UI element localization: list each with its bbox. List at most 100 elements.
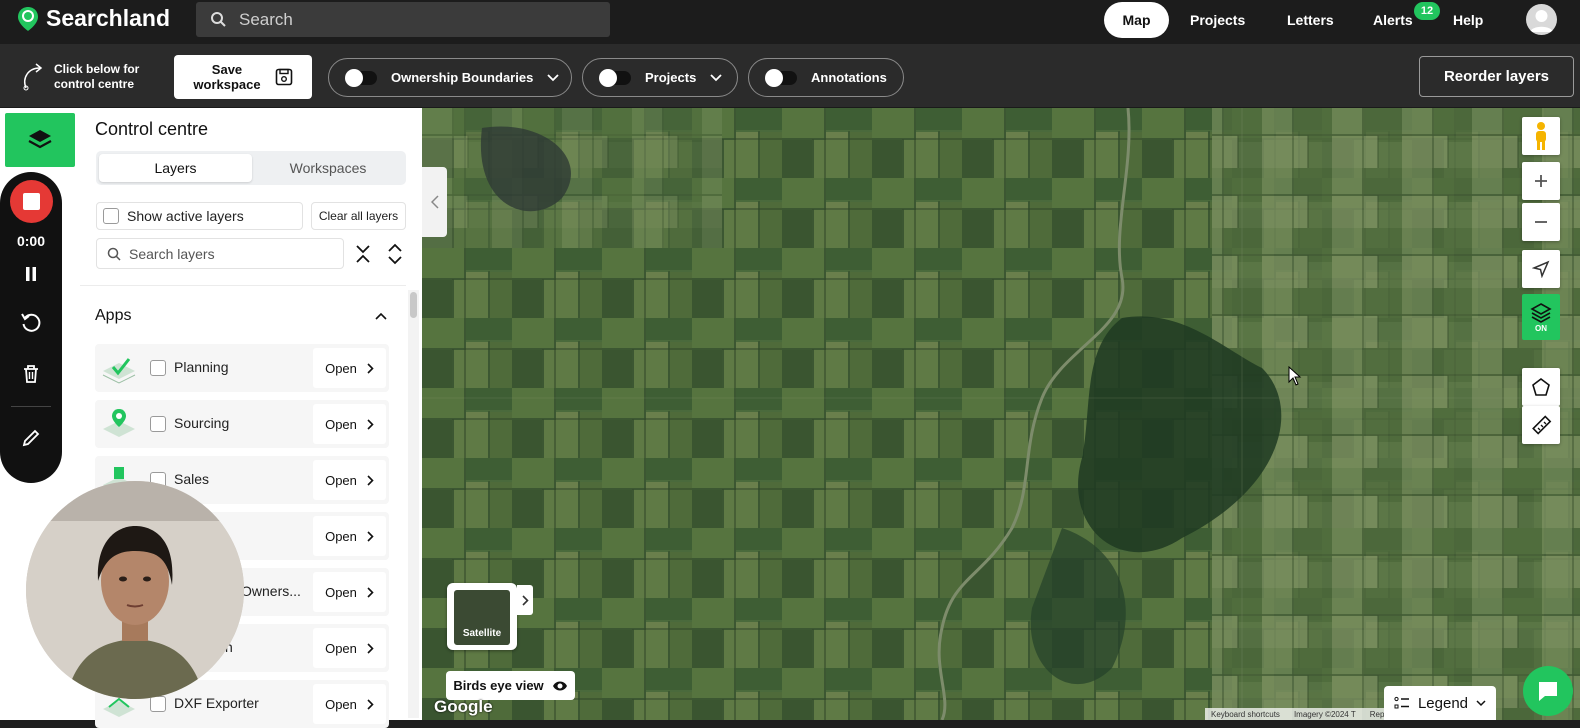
open-label: Open: [325, 360, 357, 376]
chevron-down-icon: [710, 73, 722, 81]
map-type-expand[interactable]: [517, 585, 533, 615]
layers-button[interactable]: [5, 113, 75, 167]
alerts-count-badge: 12: [1414, 2, 1440, 20]
clear-all-layers-button[interactable]: Clear all layers: [311, 202, 406, 230]
chevron-right-icon: [367, 530, 374, 542]
layers-icon: [1530, 302, 1552, 323]
planning-app-icon: [102, 358, 136, 384]
chevron-right-icon: [367, 362, 374, 374]
toggle-switch[interactable]: [599, 68, 631, 87]
polygon-icon[interactable]: [1522, 368, 1560, 406]
planning-checkbox[interactable]: [150, 360, 166, 376]
pill-label: Projects: [645, 70, 697, 85]
restart-icon[interactable]: [16, 308, 46, 338]
open-sales-button[interactable]: Open: [313, 460, 386, 500]
checkbox[interactable]: [103, 208, 119, 224]
locate-icon[interactable]: [1522, 250, 1560, 288]
nav-help[interactable]: Help: [1453, 2, 1483, 38]
toggle-switch[interactable]: [345, 68, 377, 87]
search-layers-placeholder: Search layers: [129, 245, 215, 262]
app-row-planning: Planning Open: [95, 344, 389, 392]
search-icon: [107, 247, 121, 261]
keyboard-shortcuts-link[interactable]: Keyboard shortcuts: [1211, 710, 1280, 719]
open-app-button[interactable]: Open: [313, 516, 386, 556]
chevron-right-icon: [521, 594, 529, 606]
eye-icon: [552, 681, 567, 690]
google-logo: Google: [434, 697, 493, 716]
chevron-right-icon: [367, 418, 374, 430]
save-label-2: workspace: [193, 77, 261, 92]
tab-layers[interactable]: Layers: [99, 154, 252, 182]
global-search-input[interactable]: Search: [196, 2, 610, 37]
birds-eye-view-button[interactable]: Birds eye view: [446, 671, 575, 700]
chevron-left-icon: [430, 195, 439, 209]
open-label: Open: [325, 584, 357, 600]
app-name: Searchland: [46, 5, 170, 31]
search-placeholder: Search: [239, 9, 293, 29]
dxf-checkbox[interactable]: [150, 696, 166, 712]
chat-icon[interactable]: [1523, 666, 1573, 716]
ruler-icon[interactable]: [1522, 406, 1560, 444]
nav-map[interactable]: Map: [1104, 2, 1169, 38]
user-avatar-icon[interactable]: [1526, 4, 1557, 35]
stop-icon[interactable]: [10, 180, 53, 223]
open-label: Open: [325, 416, 357, 432]
show-active-layers-checkbox[interactable]: Show active layers: [96, 202, 303, 230]
sourcing-checkbox[interactable]: [150, 416, 166, 432]
tab-workspaces[interactable]: Workspaces: [252, 154, 404, 182]
chevron-down-icon: [547, 73, 559, 81]
open-planning-button[interactable]: Open: [313, 348, 386, 388]
ownership-boundaries-toggle[interactable]: Ownership Boundaries: [328, 58, 572, 97]
nav-alerts[interactable]: Alerts: [1373, 2, 1413, 38]
hint-line-2: control centre: [54, 77, 135, 91]
chevron-right-icon: [367, 698, 374, 710]
zoom-in-icon[interactable]: [1522, 162, 1560, 200]
control-centre-hint: Click below for control centre: [20, 62, 139, 92]
nav-letters[interactable]: Letters: [1287, 2, 1334, 38]
legend-icon: [1394, 696, 1409, 709]
open-app-button[interactable]: Open: [313, 628, 386, 668]
map-layers-toggle[interactable]: ON: [1522, 294, 1560, 340]
search-layers-input[interactable]: Search layers: [96, 238, 344, 269]
open-label: Open: [325, 640, 357, 656]
satellite-map[interactable]: [422, 108, 1580, 720]
save-workspace-button[interactable]: Save workspace: [174, 55, 312, 99]
open-dxf-button[interactable]: Open: [313, 684, 386, 724]
pencil-icon[interactable]: [16, 423, 46, 453]
logo-pin-icon: [18, 6, 38, 31]
panel-scrollbar[interactable]: [408, 290, 419, 718]
reorder-layers-button[interactable]: Reorder layers: [1419, 56, 1574, 97]
mouse-cursor-icon: [1288, 366, 1302, 386]
presenter-webcam: [26, 481, 244, 699]
recording-time: 0:00: [16, 233, 46, 249]
chevron-down-icon: [1476, 699, 1486, 706]
open-ownership-button[interactable]: Open: [313, 572, 386, 612]
chevron-right-icon: [367, 642, 374, 654]
control-centre-arrow-icon: [23, 63, 43, 91]
annotations-toggle[interactable]: Annotations: [748, 58, 904, 97]
app-name: Sourcing: [174, 415, 230, 431]
nav-projects[interactable]: Projects: [1190, 2, 1245, 38]
trash-icon[interactable]: [16, 359, 46, 389]
save-label-1: Save: [211, 62, 243, 77]
scrollbar-thumb[interactable]: [410, 292, 417, 318]
zoom-out-icon[interactable]: [1522, 203, 1560, 241]
collapse-arrows-icon[interactable]: [354, 243, 372, 265]
expand-arrows-icon[interactable]: [386, 243, 404, 265]
chevron-right-icon: [367, 474, 374, 486]
collapse-panel-tab[interactable]: [422, 167, 447, 237]
panel-title: Control centre: [95, 119, 209, 139]
chevron-up-icon[interactable]: [374, 310, 388, 322]
app-name: Sales: [174, 471, 210, 487]
open-sourcing-button[interactable]: Open: [313, 404, 386, 444]
projects-toggle[interactable]: Projects: [582, 58, 738, 97]
open-label: Open: [325, 528, 357, 544]
pegman-icon[interactable]: [1522, 117, 1560, 155]
map-imagery: [422, 108, 1580, 720]
satellite-label: Satellite: [462, 628, 502, 639]
toggle-switch[interactable]: [765, 68, 797, 87]
recorder-divider: [11, 406, 51, 407]
legend-button[interactable]: Legend: [1384, 686, 1496, 720]
app-logo[interactable]: Searchland: [16, 5, 170, 32]
pause-icon[interactable]: [16, 259, 46, 289]
